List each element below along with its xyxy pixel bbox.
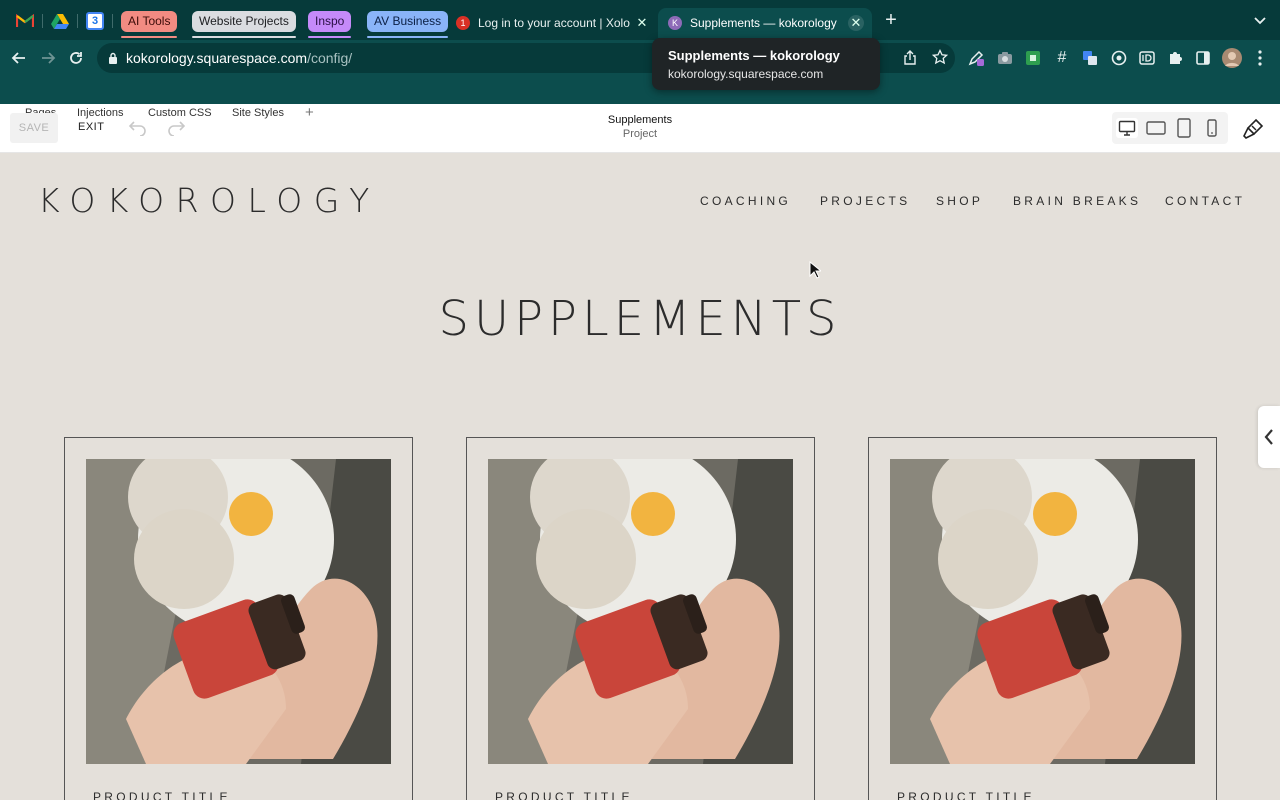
- tab-hover-tooltip: Supplements — kokorology kokorology.squa…: [652, 38, 880, 90]
- redo-icon[interactable]: [166, 118, 188, 138]
- id-extension-icon[interactable]: [1137, 48, 1157, 68]
- product-card[interactable]: PRODUCT TITLE: [64, 437, 413, 800]
- drive-icon[interactable]: [51, 12, 69, 30]
- tab-xolo[interactable]: 1 Log in to your account | Xolo ✕: [446, 8, 658, 38]
- product-card[interactable]: PRODUCT TITLE: [868, 437, 1217, 800]
- page-type: Project: [622, 128, 658, 140]
- tab-group-website-projects[interactable]: Website Projects: [192, 11, 296, 38]
- back-button[interactable]: [7, 46, 31, 70]
- browser-toolbar: kokorology.squarespace.com/config/ #: [0, 40, 1280, 104]
- url-text[interactable]: kokorology.squarespace.com/config/: [126, 50, 352, 66]
- calendar-icon[interactable]: 3: [86, 12, 104, 30]
- product-image[interactable]: [890, 459, 1195, 764]
- lock-icon: [109, 52, 117, 64]
- tab-title: Supplements — kokorology: [690, 16, 837, 30]
- product-title[interactable]: PRODUCT TITLE: [93, 790, 231, 800]
- product-image[interactable]: [488, 459, 793, 764]
- edit-extension-icon[interactable]: [966, 48, 986, 68]
- tab-title: Log in to your account | Xolo: [478, 16, 630, 30]
- tab-separator: [77, 14, 78, 28]
- product-title[interactable]: PRODUCT TITLE: [495, 790, 633, 800]
- mouse-cursor-icon: [809, 261, 821, 279]
- product-card[interactable]: PRODUCT TITLE: [466, 437, 815, 800]
- tooltip-title: Supplements — kokorology: [668, 48, 840, 63]
- desktop-view-icon[interactable]: [1116, 118, 1138, 138]
- page-context-title: Supplements Project: [540, 114, 740, 140]
- tablet-landscape-view-icon[interactable]: [1145, 118, 1167, 138]
- site-logo[interactable]: KOKOROLOGY: [38, 181, 381, 220]
- puzzle-extensions-icon[interactable]: [1165, 48, 1185, 68]
- grammar-extension-icon[interactable]: [1109, 48, 1129, 68]
- hashtag-extension-icon[interactable]: #: [1052, 48, 1072, 68]
- nav-shop[interactable]: SHOP: [936, 194, 983, 208]
- grid-extension-icon[interactable]: [1023, 48, 1043, 68]
- close-tab-icon[interactable]: ✕: [848, 15, 864, 31]
- save-button[interactable]: SAVE: [10, 113, 58, 143]
- device-preview-toggle: [1112, 112, 1228, 144]
- exit-button[interactable]: EXIT: [78, 121, 104, 133]
- mobile-view-icon[interactable]: [1201, 118, 1223, 138]
- product-title[interactable]: PRODUCT TITLE: [897, 790, 1035, 800]
- site-favicon-icon: K: [668, 16, 682, 30]
- new-tab-button[interactable]: +: [880, 10, 902, 32]
- nav-projects[interactable]: PROJECTS: [820, 194, 910, 208]
- notification-badge-icon: 1: [456, 16, 470, 30]
- tooltip-host: kokorology.squarespace.com: [668, 67, 824, 81]
- nav-contact[interactable]: CONTACT: [1165, 194, 1245, 208]
- profile-avatar[interactable]: [1222, 48, 1242, 68]
- translate-extension-icon[interactable]: [1080, 48, 1100, 68]
- nav-brain-breaks[interactable]: BRAIN BREAKS: [1013, 194, 1141, 208]
- close-tab-icon[interactable]: ✕: [634, 15, 650, 31]
- reload-button[interactable]: [64, 46, 88, 70]
- product-image[interactable]: [86, 459, 391, 764]
- tab-search-chevron-icon[interactable]: [1252, 12, 1268, 28]
- page-title: SUPPLEMENTS: [438, 291, 842, 347]
- add-menu-item-button[interactable]: +: [305, 104, 314, 121]
- bookmark-star-icon[interactable]: [931, 48, 949, 65]
- tablet-portrait-view-icon[interactable]: [1173, 118, 1195, 138]
- expand-panel-chevron-icon[interactable]: [1258, 406, 1280, 468]
- site-preview: KOKOROLOGY COACHING PROJECTS SHOP BRAIN …: [0, 153, 1280, 800]
- page-name: Supplements: [607, 114, 673, 126]
- tab-separator: [112, 14, 113, 28]
- tab-group-ai-tools[interactable]: AI Tools: [121, 11, 178, 38]
- site-styles-button[interactable]: Site Styles: [232, 107, 284, 119]
- tab-supplements[interactable]: K Supplements — kokorology ✕: [658, 8, 872, 38]
- browser-tab-strip: 3 AI Tools Website Projects Inspo AV Bus…: [0, 0, 1280, 40]
- tab-group-av-business[interactable]: AV Business: [367, 11, 449, 38]
- paintbrush-icon[interactable]: [1242, 118, 1264, 140]
- undo-icon[interactable]: [128, 118, 150, 138]
- share-icon[interactable]: [902, 50, 918, 66]
- editor-toolbar: Pages Injections Custom CSS Site Styles …: [0, 104, 1280, 153]
- forward-button[interactable]: [36, 46, 60, 70]
- camera-extension-icon[interactable]: [995, 48, 1015, 68]
- tab-separator: [42, 14, 43, 28]
- side-panel-icon[interactable]: [1193, 48, 1213, 68]
- gmail-icon[interactable]: [16, 12, 34, 30]
- tab-group-inspo[interactable]: Inspo: [308, 11, 352, 38]
- browser-menu-icon[interactable]: [1250, 48, 1270, 68]
- injections-button[interactable]: Injections: [77, 107, 123, 119]
- nav-coaching[interactable]: COACHING: [700, 194, 791, 208]
